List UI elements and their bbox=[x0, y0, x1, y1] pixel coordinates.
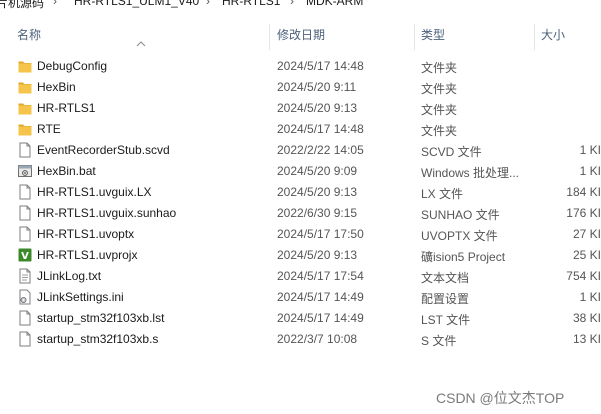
file-row[interactable]: RTE 2024/5/17 14:48 文件夹 bbox=[0, 119, 601, 140]
file-row[interactable]: HR-RTLS1.uvguix.LX 2024/5/20 9:13 LX 文件 184… bbox=[0, 182, 601, 203]
breadcrumb-chevron-icon[interactable]: › bbox=[290, 0, 294, 8]
file-modified-date: 2022/3/7 10:08 bbox=[277, 332, 358, 346]
column-header-type[interactable]: 类型 bbox=[421, 22, 445, 48]
file-modified-date: 2024/5/20 9:09 bbox=[277, 164, 358, 178]
file-type: S 文件 bbox=[421, 334, 457, 348]
folder-icon bbox=[18, 121, 32, 137]
file-type: LX 文件 bbox=[421, 187, 464, 201]
file-name: JLinkLog.txt bbox=[37, 269, 102, 283]
file-row[interactable]: JLinkSettings.ini 2024/5/17 14:49 配置设置 1 KI bbox=[0, 287, 601, 308]
file-name: startup_stm32f103xb.s bbox=[37, 332, 159, 346]
keil-project-icon: V bbox=[18, 247, 32, 263]
file-name: EventRecorderStub.scvd bbox=[37, 143, 170, 157]
column-divider[interactable] bbox=[269, 24, 270, 50]
file-name: HR-RTLS1.uvguix.sunhao bbox=[37, 206, 177, 220]
file-type: LST 文件 bbox=[421, 313, 471, 327]
breadcrumb-item[interactable]: HR-RTLS1 bbox=[222, 0, 280, 8]
file-modified-date: 2024/5/20 9:13 bbox=[277, 248, 358, 262]
folder-icon bbox=[18, 100, 32, 116]
file-modified-date: 2022/6/30 9:15 bbox=[277, 206, 358, 220]
file-name: HR-RTLS1.uvguix.LX bbox=[37, 185, 152, 199]
settings-file-icon bbox=[18, 289, 32, 305]
file-modified-date: 2022/2/22 14:05 bbox=[277, 143, 364, 157]
file-row[interactable]: HexBin.bat 2024/5/20 9:09 Windows 批处理... 1 … bbox=[0, 161, 601, 182]
file-name: HR-RTLS1.uvprojx bbox=[37, 248, 138, 262]
file-name: JLinkSettings.ini bbox=[37, 290, 124, 304]
file-modified-date: 2024/5/17 14:48 bbox=[277, 59, 364, 73]
file-row[interactable]: JLinkLog.txt 2024/5/17 17:54 文本文档 754 KI bbox=[0, 266, 601, 287]
document-icon bbox=[18, 310, 32, 326]
file-size: 13 KI bbox=[572, 332, 601, 346]
breadcrumb: 片机源码 › HR-RTLS1_ULM1_V40 › HR-RTLS1 › MD… bbox=[0, 0, 601, 11]
folder-icon bbox=[18, 79, 32, 95]
watermark: CSDN @位文杰TOP bbox=[436, 390, 565, 406]
file-modified-date: 2024/5/17 14:49 bbox=[277, 290, 364, 304]
breadcrumb-item[interactable]: HR-RTLS1_ULM1_V40 bbox=[74, 0, 199, 8]
file-modified-date: 2024/5/17 17:50 bbox=[277, 227, 364, 241]
file-size: 1 KI bbox=[579, 290, 601, 304]
file-name: DebugConfig bbox=[37, 59, 108, 73]
document-icon bbox=[18, 142, 32, 158]
file-type: UVOPTX 文件 bbox=[421, 229, 498, 243]
batch-file-icon bbox=[18, 163, 32, 179]
file-name: HR-RTLS1 bbox=[37, 101, 96, 115]
document-icon bbox=[18, 205, 32, 221]
column-header-row: 名称 修改日期 类型 大小 bbox=[0, 22, 601, 50]
breadcrumb-chevron-icon[interactable]: › bbox=[53, 0, 57, 8]
file-row[interactable]: HR-RTLS1 2024/5/20 9:13 文件夹 bbox=[0, 98, 601, 119]
sort-ascending-icon bbox=[136, 41, 146, 47]
folder-icon bbox=[18, 58, 32, 74]
file-size: 754 KI bbox=[566, 269, 601, 283]
column-header-name[interactable]: 名称 bbox=[17, 22, 41, 48]
file-modified-date: 2024/5/17 14:48 bbox=[277, 122, 364, 136]
file-type: 文本文档 bbox=[421, 271, 470, 285]
breadcrumb-item[interactable]: 片机源码 bbox=[0, 0, 44, 11]
document-icon bbox=[18, 331, 32, 347]
file-type: 文件夹 bbox=[421, 82, 458, 96]
file-name: HexBin.bat bbox=[37, 164, 96, 178]
document-icon bbox=[18, 226, 32, 242]
breadcrumb-chevron-icon[interactable]: › bbox=[206, 0, 210, 8]
file-row[interactable]: HR-RTLS1.uvoptx 2024/5/17 17:50 UVOPTX 文件 2… bbox=[0, 224, 601, 245]
file-type: 文件夹 bbox=[421, 124, 458, 138]
file-type: Windows 批处理... bbox=[421, 166, 520, 180]
file-modified-date: 2024/5/20 9:13 bbox=[277, 101, 358, 115]
column-header-date[interactable]: 修改日期 bbox=[277, 22, 325, 48]
file-size: 25 KI bbox=[572, 248, 601, 262]
file-size: 1 KI bbox=[579, 143, 601, 157]
file-row[interactable]: HexBin 2024/5/20 9:11 文件夹 bbox=[0, 77, 601, 98]
file-size: 184 KI bbox=[566, 185, 601, 199]
file-modified-date: 2024/5/17 17:54 bbox=[277, 269, 364, 283]
file-name: startup_stm32f103xb.lst bbox=[37, 311, 165, 325]
file-name: HR-RTLS1.uvoptx bbox=[37, 227, 135, 241]
file-modified-date: 2024/5/17 14:49 bbox=[277, 311, 364, 325]
file-size: 1 KI bbox=[579, 164, 601, 178]
file-row[interactable]: HR-RTLS1.uvguix.sunhao 2022/6/30 9:15 SUNH… bbox=[0, 203, 601, 224]
column-header-size[interactable]: 大小 bbox=[541, 22, 565, 48]
file-size: 38 KI bbox=[572, 311, 601, 325]
file-name: RTE bbox=[37, 122, 61, 136]
column-divider[interactable] bbox=[414, 24, 415, 50]
file-type: SCVD 文件 bbox=[421, 145, 482, 159]
file-size: 27 KI bbox=[572, 227, 601, 241]
file-row[interactable]: DebugConfig 2024/5/17 14:48 文件夹 bbox=[0, 56, 601, 77]
document-icon bbox=[18, 184, 32, 200]
file-type: 礦ision5 Project bbox=[421, 250, 506, 264]
file-row[interactable]: startup_stm32f103xb.lst 2024/5/17 14:49 LS… bbox=[0, 308, 601, 329]
file-size: 176 KI bbox=[566, 206, 601, 220]
file-type: 文件夹 bbox=[421, 61, 458, 75]
file-row[interactable]: EventRecorderStub.scvd 2022/2/22 14:05 SCV… bbox=[0, 140, 601, 161]
file-type: SUNHAO 文件 bbox=[421, 208, 500, 222]
breadcrumb-item[interactable]: MDK-ARM bbox=[306, 0, 363, 8]
svg-text:V: V bbox=[21, 251, 29, 262]
file-row[interactable]: V HR-RTLS1.uvprojx 2024/5/20 9:13 礦ision5 P… bbox=[0, 245, 601, 266]
column-divider[interactable] bbox=[534, 24, 535, 50]
file-modified-date: 2024/5/20 9:11 bbox=[277, 80, 357, 94]
file-type: 配置设置 bbox=[421, 292, 470, 306]
file-modified-date: 2024/5/20 9:13 bbox=[277, 185, 358, 199]
file-row[interactable]: startup_stm32f103xb.s 2022/3/7 10:08 S 文件 1… bbox=[0, 329, 601, 350]
text-file-icon bbox=[18, 268, 32, 284]
file-type: 文件夹 bbox=[421, 103, 458, 117]
file-name: HexBin bbox=[37, 80, 76, 94]
